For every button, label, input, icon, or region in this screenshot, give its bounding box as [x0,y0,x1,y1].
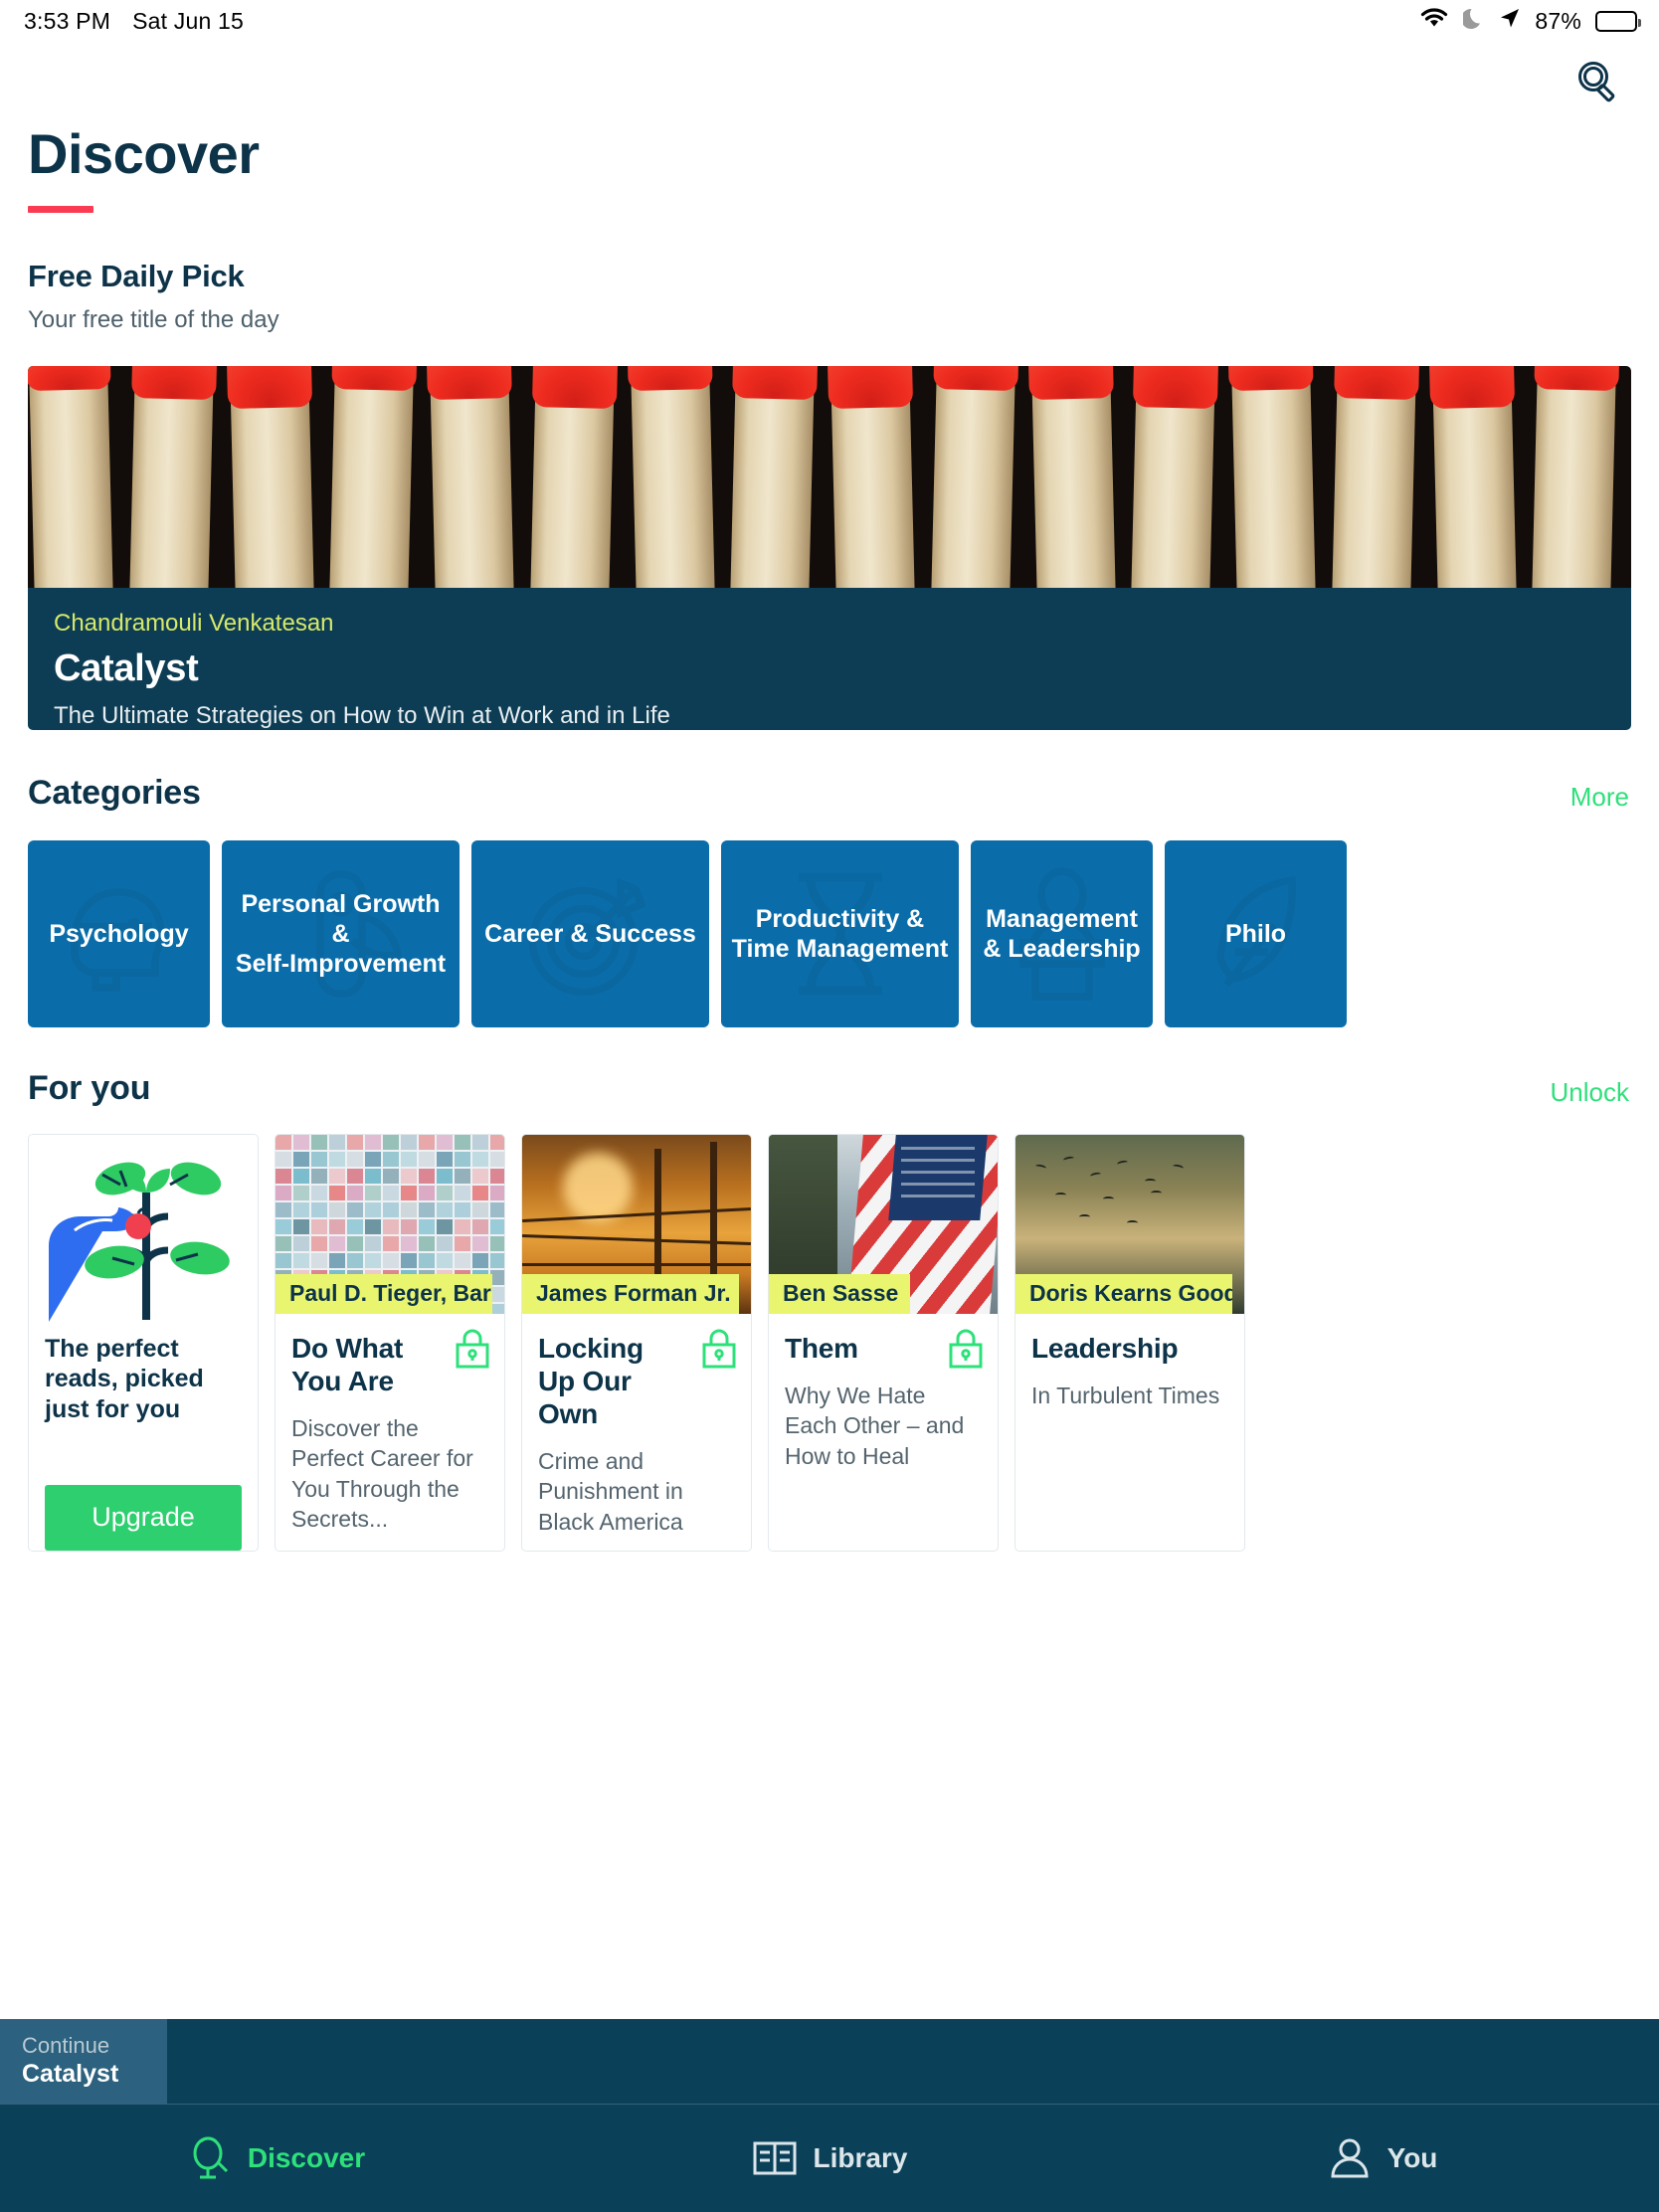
battery-percent: 87% [1535,7,1581,34]
matchstick [627,365,715,588]
upgrade-promo-card[interactable]: The perfect reads, picked just for you Up… [28,1133,259,1552]
wifi-icon [1419,7,1449,35]
matchstick [730,365,819,588]
book-author-badge: Ben Sasse [769,1273,911,1314]
matchstick [1227,365,1316,588]
category-tile-productivity-time-management[interactable]: Productivity & Time Management [721,839,959,1027]
matchstick [529,365,618,588]
daily-pick-card[interactable]: Chandramouli Venkatesan Catalyst The Ult… [28,365,1631,730]
daily-pick-title: Catalyst [54,646,199,689]
tab-you[interactable]: You [1106,2105,1659,2212]
category-tile-label: Career & Success [484,919,696,948]
book-author-badge: James Forman Jr. [522,1273,739,1314]
categories-heading: Categories [28,773,201,812]
daily-pick-cover-image [28,365,1631,588]
categories-scroller[interactable]: Psychology Personal Growth & Self-Improve… [0,839,1659,1027]
book-title: Leadership [1031,1332,1179,1364]
daily-pick-subheading: Your free title of the day [28,305,279,333]
categories-section: Categories More Psychology Personal Growt… [0,774,1659,1027]
tab-bar: Discover Library You [0,2105,1659,2212]
category-tile-label: Philo [1224,919,1287,948]
tab-label: Library [813,2142,908,2173]
daily-pick-section: Free Daily Pick Your free title of the d… [0,259,1659,730]
tab-label: You [1386,2142,1438,2173]
tab-library[interactable]: Library [553,2105,1106,2212]
title-accent-rule [28,205,93,213]
status-time: 3:53 PM [24,7,111,34]
category-tile-label: Psychology [49,919,189,948]
book-card[interactable]: James Forman Jr. Locking Up Our Own Crime … [521,1133,752,1552]
top-bar [0,42,1659,117]
book-cover-image: James Forman Jr. [522,1134,751,1314]
category-tile-personal-growth-self-improvement[interactable]: Personal Growth & Self-Improvement [222,839,460,1027]
search-icon[interactable] [1566,50,1629,113]
book-author-badge: Doris Kearns Good [1015,1273,1232,1314]
book-card[interactable]: Doris Kearns Good Leadership In Turbulent … [1014,1133,1245,1552]
category-tile-label: Productivity & Time Management [731,904,949,963]
lock-icon[interactable] [455,1328,490,1370]
category-tile-management-leadership[interactable]: Management & Leadership [971,839,1153,1027]
daily-pick-author: Chandramouli Venkatesan [54,609,334,637]
person-icon [1328,2136,1372,2180]
moon-icon [1461,6,1485,36]
book-card[interactable]: Ben Sasse Them Why We Hate Each Other – an… [768,1133,999,1552]
daily-pick-subtitle: The Ultimate Strategies on How to Win at… [54,701,670,729]
page-title: Discover [28,122,260,185]
tab-label: Discover [247,2142,366,2173]
matchstick [1331,365,1419,588]
book-subtitle: Why We Hate Each Other – and How to Heal [785,1382,965,1469]
for-you-section: For you Unlock The perfect reads, picked… [0,1069,1659,1552]
continue-label: Continue [22,2033,110,2058]
status-date: Sat Jun 15 [132,7,245,34]
for-you-heading: For you [28,1068,151,1107]
upgrade-promo-text: The perfect reads, picked just for you [45,1334,204,1423]
matchstick [930,365,1018,588]
battery-icon [1595,10,1641,32]
matchstick [426,365,514,588]
book-cover-image: Ben Sasse [769,1134,998,1314]
book-subtitle: Discover the Perfect Career for You Thro… [291,1414,473,1532]
matchstick [28,365,113,588]
matchstick [329,365,418,588]
open-book-icon [752,2137,798,2179]
book-subtitle: Crime and Punishment in Black America [538,1447,683,1535]
continue-bar[interactable]: Continue Catalyst [0,2019,1659,2105]
book-subtitle: In Turbulent Times [1031,1382,1220,1408]
category-tile-label: Personal Growth & Self-Improvement [235,889,447,978]
status-bar: 3:53 PM Sat Jun 15 87% [0,0,1659,42]
matchstick [128,365,217,588]
page-header: Discover [0,117,1659,213]
tab-discover[interactable]: Discover [0,2105,553,2212]
matchstick [1131,365,1219,588]
book-cover-image: Doris Kearns Good [1015,1134,1244,1314]
daily-pick-heading: Free Daily Pick [28,258,245,293]
location-arrow-icon [1499,6,1521,36]
category-tile-psychology[interactable]: Psychology [28,839,210,1027]
continue-title: Catalyst [22,2060,119,2089]
matchstick [1027,365,1116,588]
book-cover-image: Paul D. Tieger, Barb... [276,1134,504,1314]
lock-icon[interactable] [701,1328,737,1370]
upgrade-button[interactable]: Upgrade [45,1484,242,1551]
for-you-scroller[interactable]: The perfect reads, picked just for you Up… [0,1133,1659,1552]
lock-icon[interactable] [948,1328,984,1370]
categories-more-link[interactable]: More [1570,782,1629,813]
book-author-badge: Paul D. Tieger, Barb... [276,1273,492,1314]
category-tile-label: Management & Leadership [983,904,1141,963]
for-you-unlock-link[interactable]: Unlock [1551,1077,1629,1108]
matchstick [827,365,915,588]
matchstick [1532,365,1620,588]
hand-picking-fruit-illustration [29,1134,258,1322]
matchstick [226,365,314,588]
matchstick [1428,365,1517,588]
category-tile-philo[interactable]: Philo [1165,839,1347,1027]
category-tile-career-success[interactable]: Career & Success [471,839,709,1027]
book-card[interactable]: Paul D. Tieger, Barb...Do What You AreDi… [275,1133,505,1552]
discover-magnifier-icon [188,2134,232,2182]
